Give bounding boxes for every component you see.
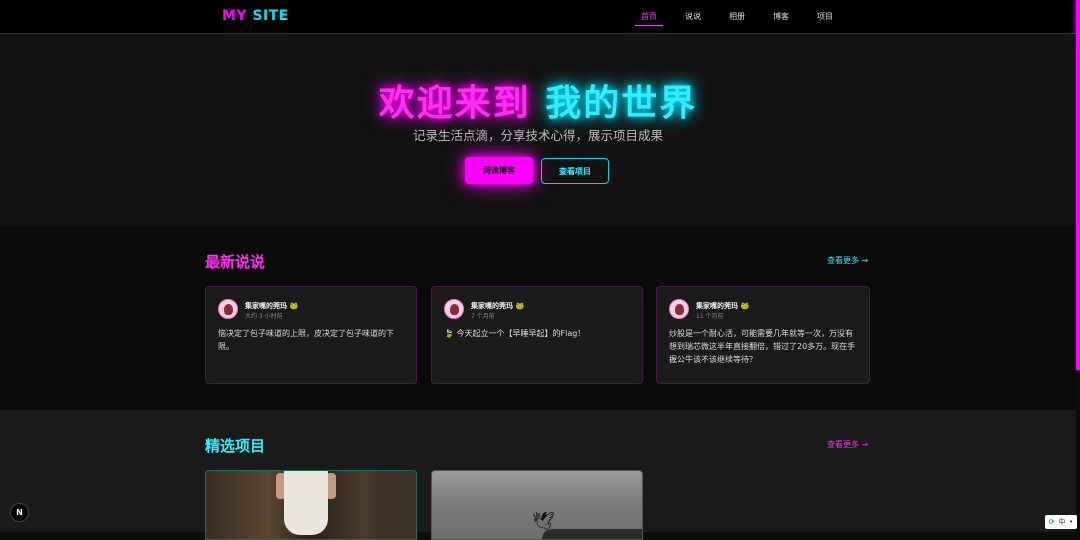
- ime-language: 中: [1058, 518, 1066, 526]
- moment-text: 炒股是一个耐心活，可能需要几年就等一次，万没有想到瑞芯微这半年直接翻倍，错过了2…: [669, 329, 856, 364]
- project-thumbnail-bird[interactable]: 🕊: [431, 470, 643, 540]
- nav-link-projects[interactable]: 项目: [803, 11, 847, 22]
- bird-icon: 🕊: [532, 511, 555, 532]
- projects-section: 精选项目 查看更多 → 🕊: [0, 410, 1076, 540]
- page-scrollbar[interactable]: [1076, 0, 1080, 370]
- hero-subtitle: 记录生活点滴，分享技术心得，展示项目成果: [412, 128, 663, 143]
- moment-time: 大约 3 小时前: [245, 313, 283, 320]
- moments-section: 最新说说 查看更多 → 集家嘴的莞玛 🐸 大约 3 小时前 恼决定了包子味道的上…: [0, 226, 1076, 410]
- moment-text: 🍃 今天起立一个【早睡早起】的Flag！: [444, 329, 586, 338]
- frog-icon: 🐸: [289, 302, 299, 310]
- projects-more-link[interactable]: 查看更多 →: [827, 439, 868, 450]
- view-projects-button[interactable]: 查看项目: [541, 158, 609, 184]
- moment-username: 集家嘴的莞玛 🐸: [245, 302, 299, 310]
- nav-link-home[interactable]: 首页: [627, 11, 671, 26]
- section-title-projects: 精选项目: [205, 437, 266, 455]
- frog-icon: 🐸: [515, 302, 525, 310]
- hero-section: 欢迎来到 我的世界 记录生活点滴，分享技术心得，展示项目成果 阅读博客 查看项目: [0, 34, 1076, 226]
- moment-card[interactable]: 集家嘴的莞玛 🐸 11 个月前 炒股是一个耐心活，可能需要几年就等一次，万没有想…: [656, 286, 870, 384]
- ime-dot: •: [1069, 518, 1074, 526]
- moment-username: 集家嘴的莞玛 🐸: [696, 302, 750, 310]
- tree-trunk: [376, 471, 416, 539]
- moment-time: 11 个月前: [696, 313, 724, 320]
- nav-link-blog[interactable]: 博客: [759, 11, 803, 22]
- avatar: [218, 299, 238, 319]
- ime-logo-icon: ⟳: [1048, 518, 1055, 526]
- logo-part-a: MY: [222, 8, 248, 24]
- site-logo[interactable]: MY SITE: [222, 8, 289, 24]
- hero-title-part-a: 欢迎来到: [378, 83, 531, 124]
- moment-card[interactable]: 集家嘴的莞玛 🐸 大约 3 小时前 恼决定了包子味道的上限，皮决定了包子味道的下…: [205, 286, 417, 384]
- logo-part-b: SITE: [252, 8, 289, 24]
- white-dress: [284, 471, 328, 535]
- avatar: [669, 299, 689, 319]
- hero-title: 欢迎来到 我的世界: [0, 74, 1076, 126]
- nextjs-dev-badge[interactable]: N: [10, 503, 29, 522]
- frog-icon: 🐸: [740, 302, 750, 310]
- moments-more-link[interactable]: 查看更多 →: [827, 255, 868, 266]
- project-thumbnail-girl[interactable]: [205, 470, 417, 540]
- read-blog-button[interactable]: 阅读博客: [465, 157, 533, 184]
- dark-hill: [542, 529, 642, 539]
- moment-username: 集家嘴的莞玛 🐸: [471, 302, 525, 310]
- nav-link-moments[interactable]: 说说: [671, 11, 715, 22]
- ime-indicator[interactable]: ⟳ 中 •: [1045, 515, 1077, 529]
- nav-links: 首页 说说 相册 博客 项目: [627, 11, 847, 26]
- hero-title-part-b: 我的世界: [545, 83, 698, 124]
- section-title-moments: 最新说说: [205, 253, 266, 271]
- nav-link-album[interactable]: 相册: [715, 11, 759, 22]
- moment-card[interactable]: 集家嘴的莞玛 🐸 7 个月前 🍃 今天起立一个【早睡早起】的Flag！: [431, 286, 643, 384]
- avatar: [444, 299, 464, 319]
- moment-time: 7 个月前: [471, 313, 495, 320]
- top-nav: MY SITE 首页 说说 相册 博客 项目: [0, 0, 1080, 34]
- moment-text: 恼决定了包子味道的上限，皮决定了包子味道的下限。: [218, 329, 394, 351]
